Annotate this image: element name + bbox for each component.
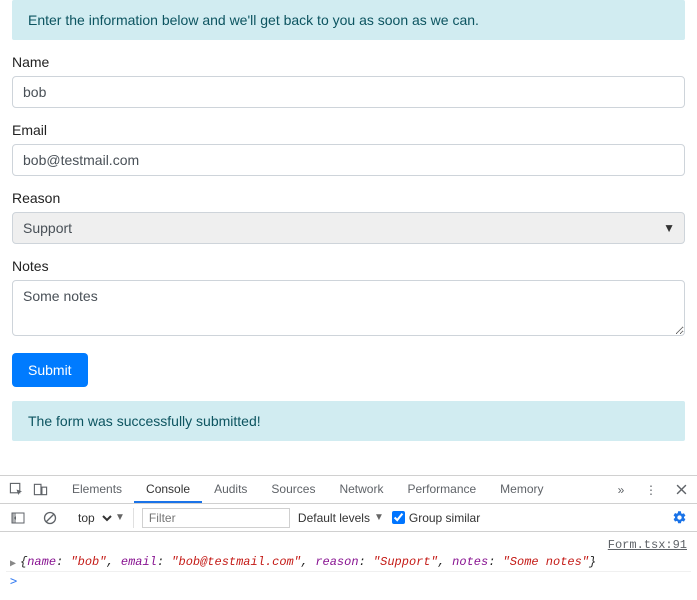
- notes-textarea[interactable]: [12, 280, 685, 336]
- console-sidebar-toggle-icon[interactable]: [6, 506, 30, 530]
- submit-button[interactable]: Submit: [12, 353, 88, 387]
- devtools-panel: Elements Console Audits Sources Network …: [0, 475, 697, 594]
- success-alert: The form was successfully submitted!: [12, 401, 685, 441]
- tab-network[interactable]: Network: [327, 476, 395, 503]
- info-alert: Enter the information below and we'll ge…: [12, 0, 685, 40]
- chevron-down-icon: ▼: [374, 512, 384, 523]
- tab-elements[interactable]: Elements: [60, 476, 134, 503]
- reason-select[interactable]: Support: [12, 212, 685, 244]
- context-select[interactable]: top: [70, 508, 115, 528]
- source-link[interactable]: Form.tsx:91: [6, 536, 691, 554]
- tab-performance[interactable]: Performance: [395, 476, 488, 503]
- inspect-element-icon[interactable]: [4, 478, 28, 502]
- console-toolbar: top ▼ Default levels ▼ Group similar: [0, 504, 697, 532]
- tab-console[interactable]: Console: [134, 476, 202, 503]
- tab-audits[interactable]: Audits: [202, 476, 259, 503]
- chevron-down-icon: ▼: [115, 512, 125, 523]
- clear-console-icon[interactable]: [38, 506, 62, 530]
- kebab-menu-icon[interactable]: ⋮: [639, 478, 663, 502]
- name-input[interactable]: [12, 76, 685, 108]
- reason-label: Reason: [12, 190, 685, 206]
- disclosure-triangle-icon[interactable]: ▶: [10, 558, 16, 570]
- console-log-entry[interactable]: ▶ {name: "bob", email: "bob@testmail.com…: [6, 554, 691, 572]
- group-similar-checkbox[interactable]: Group similar: [392, 511, 480, 525]
- console-prompt[interactable]: >: [6, 572, 691, 590]
- more-tabs-icon[interactable]: »: [609, 478, 633, 502]
- devtools-tabbar: Elements Console Audits Sources Network …: [0, 476, 697, 504]
- email-input[interactable]: [12, 144, 685, 176]
- gear-icon[interactable]: [667, 506, 691, 530]
- tab-sources[interactable]: Sources: [259, 476, 327, 503]
- tab-memory[interactable]: Memory: [488, 476, 555, 503]
- email-label: Email: [12, 122, 685, 138]
- filter-input[interactable]: [142, 508, 290, 528]
- device-toolbar-icon[interactable]: [28, 478, 52, 502]
- notes-label: Notes: [12, 258, 685, 274]
- name-label: Name: [12, 54, 685, 70]
- close-icon[interactable]: [669, 478, 693, 502]
- log-levels-dropdown[interactable]: Default levels ▼: [298, 511, 384, 525]
